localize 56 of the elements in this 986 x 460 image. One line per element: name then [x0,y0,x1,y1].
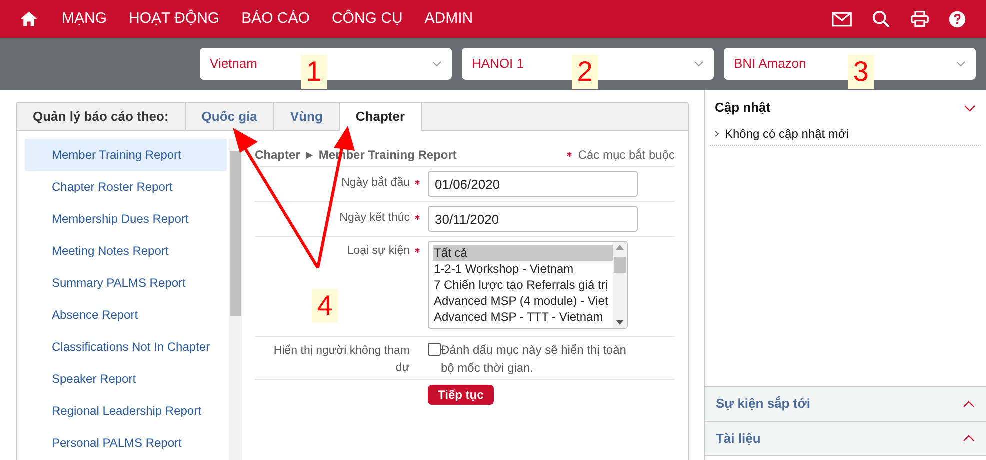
chevron-right-icon [715,130,719,136]
chevron-down-icon [956,61,966,67]
printer-icon[interactable] [911,10,929,28]
report-link[interactable]: Meeting Notes Report [25,235,227,267]
listbox-option[interactable]: 7 Chiến lược tạo Referrals giá trị [433,277,613,293]
field-label: Ngày bắt đầu [342,175,410,191]
update-item[interactable]: Không có cập nhật mới [725,124,849,142]
nav-link[interactable]: ADMIN [424,8,474,30]
panel-title[interactable]: Tài liệu [716,428,761,448]
chevron-up-icon[interactable] [963,400,975,408]
panel-title[interactable]: Cập nhật [715,98,771,118]
report-link[interactable]: Summary PALMS Report [25,267,227,299]
continue-button[interactable]: Tiếp tục [428,385,494,405]
report-link[interactable]: Membership Dues Report [25,203,227,235]
mail-icon[interactable] [832,12,852,26]
help-icon[interactable] [949,10,966,28]
search-icon[interactable] [872,10,891,28]
report-link[interactable]: Personal PALMS Report [25,427,227,459]
chevron-down-icon[interactable] [964,104,976,112]
chevron-up-icon[interactable] [963,435,975,442]
nav-link[interactable]: MẠNG [62,8,107,30]
tab-group-label: Quản lý báo cáo theo: [17,103,186,130]
chevron-down-icon [694,61,704,67]
report-link[interactable]: Speaker Report [25,363,227,395]
scroll-down-icon[interactable] [616,320,624,325]
listbox-option[interactable]: Tất cả [433,245,613,261]
nav-link[interactable]: BÁO CÁO [242,8,310,30]
report-link[interactable]: Member Training Report [25,139,227,171]
field-label: Hiển thị người không tham dự [272,344,411,376]
nav-link[interactable]: HOẠT ĐỘNG [129,8,220,30]
required-note: Các mục bắt buộc [578,146,675,164]
annotation-number: 1 [301,55,327,89]
annotation-number: 4 [312,289,338,323]
panel-title[interactable]: Sự kiện sắp tới [716,394,811,414]
report-link[interactable]: Chapter Roster Report [25,171,227,203]
scroll-thumb[interactable] [614,257,626,273]
report-link[interactable]: Absence Report [25,299,227,331]
annotation-number: 3 [848,55,874,89]
listbox-option[interactable]: Advanced MSP (4 module) - Viet [433,293,613,309]
field-label: Loại sự kiện [347,244,410,259]
event-type-listbox[interactable]: Tất cả 1-2-1 Workshop - Vietnam 7 Chiến lược tạo Referrals giá trị Advanced MSP (4 module) - Viet Advanced MSP - TTT - Vietnam [428,241,628,329]
checkbox[interactable] [428,343,441,356]
report-link[interactable]: Classifications Not In Chapter [25,331,227,363]
listbox-option[interactable]: 1-2-1 Workshop - Vietnam [433,261,613,277]
annotation-number: 2 [572,55,598,89]
chevron-down-icon [432,61,442,67]
required-mark-icon [567,152,572,157]
nav-link[interactable]: CÔNG CỤ [332,8,403,30]
report-tab[interactable]: Chapter [340,103,422,131]
date-field[interactable]: 01/06/2020 [428,171,638,197]
date-field[interactable]: 30/11/2020 [428,206,638,232]
checkbox-label: Đánh dấu mục này sẽ hiển thị toàn bộ mốc thời gian. [440,342,628,375]
listbox-option[interactable]: Advanced MSP - TTT - Vietnam [433,309,613,325]
report-link[interactable]: Regional Leadership Report [25,395,227,427]
home-icon[interactable] [20,10,38,28]
field-label: Ngày kết thúc [340,211,410,226]
